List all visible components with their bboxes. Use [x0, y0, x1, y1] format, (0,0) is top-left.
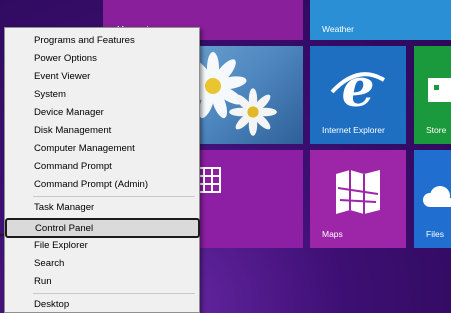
maps-tile-label: Maps: [322, 229, 343, 239]
purple-app-tile[interactable]: [190, 150, 303, 248]
menu-item-disk-management[interactable]: Disk Management: [6, 122, 198, 140]
store-bag-icon: [428, 78, 451, 102]
menu-item-control-panel[interactable]: Control Panel: [5, 218, 200, 238]
menu-item-file-explorer[interactable]: File Explorer: [6, 237, 198, 255]
menu-item-device-manager[interactable]: Device Manager: [6, 104, 198, 122]
menu-item-command-prompt[interactable]: Command Prompt: [6, 158, 198, 176]
power-user-menu: Programs and Features Power Options Even…: [4, 27, 200, 313]
cloud-icon: [423, 186, 451, 207]
internet-explorer-tile[interactable]: e Internet Explorer: [310, 46, 406, 144]
menu-item-power-options[interactable]: Power Options: [6, 50, 198, 68]
menu-item-programs-and-features[interactable]: Programs and Features: [6, 32, 198, 50]
internet-explorer-tile-label: Internet Explorer: [322, 125, 385, 135]
svg-text:e: e: [341, 58, 374, 119]
menu-item-desktop[interactable]: Desktop: [6, 296, 198, 313]
files-tile-label: Files: [426, 229, 444, 239]
grid-table-icon: [195, 167, 221, 193]
store-tile[interactable]: Store: [414, 46, 451, 144]
menu-separator: [33, 196, 195, 197]
menu-separator: [33, 293, 195, 294]
menu-item-system[interactable]: System: [6, 86, 198, 104]
menu-item-event-viewer[interactable]: Event Viewer: [6, 68, 198, 86]
store-tile-label: Store: [426, 125, 447, 135]
map-icon: [336, 170, 380, 214]
menu-item-run[interactable]: Run: [6, 273, 198, 291]
internet-explorer-icon: e: [330, 58, 386, 119]
weather-tile-label: Weather: [322, 24, 354, 34]
menu-item-computer-management[interactable]: Computer Management: [6, 140, 198, 158]
highlight-pointer-line: [0, 234, 4, 236]
menu-item-command-prompt-admin[interactable]: Command Prompt (Admin): [6, 176, 198, 194]
menu-item-search[interactable]: Search: [6, 255, 198, 273]
files-tile[interactable]: Files: [414, 150, 451, 248]
maps-tile[interactable]: Maps: [310, 150, 406, 248]
weather-tile[interactable]: Weather: [310, 0, 451, 40]
menu-item-task-manager[interactable]: Task Manager: [6, 199, 198, 217]
